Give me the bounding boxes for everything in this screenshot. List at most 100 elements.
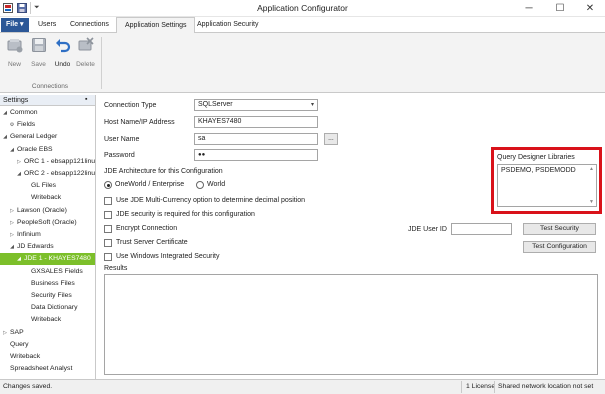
tree-item[interactable]: ◢ Common bbox=[0, 107, 95, 119]
pin-icon[interactable]: ▪ bbox=[85, 96, 87, 103]
delete-label: Delete bbox=[76, 61, 95, 68]
undo-icon bbox=[55, 37, 71, 53]
maximize-button[interactable]: ☐ bbox=[545, 0, 575, 17]
test-security-button[interactable]: Test Security bbox=[523, 223, 596, 235]
tree-item[interactable]: ▷ ORC 1 - ebsapp121linu bbox=[0, 156, 95, 168]
jde-security-label: JDE security is required for this config… bbox=[116, 211, 255, 218]
query-designer-input[interactable]: PSDEMO, PSDEMODD ▲ ▼ bbox=[497, 164, 597, 207]
tree-item-label: Infinium bbox=[17, 231, 41, 238]
tree-item[interactable]: ▷ PeopleSoft (Oracle) bbox=[0, 217, 95, 229]
tree-item-label: Query bbox=[10, 340, 29, 348]
collapse-icon[interactable]: ⚙ bbox=[9, 119, 15, 131]
browse-button[interactable]: ... bbox=[324, 133, 338, 145]
expand-icon[interactable]: ▷ bbox=[9, 217, 15, 229]
tree-item-label: ORC 2 - ebsapp122linu bbox=[24, 170, 95, 177]
query-designer-value: PSDEMO, PSDEMODD bbox=[501, 167, 576, 174]
tree-item[interactable]: ▷ Lawson (Oracle) bbox=[0, 205, 95, 217]
ribbon-panel: New Save Undo Delete Connections bbox=[0, 33, 605, 93]
scroll-down-icon[interactable]: ▼ bbox=[589, 199, 594, 205]
tab-file[interactable]: File ▾ bbox=[1, 18, 29, 32]
windows-security-label: Use Windows Integrated Security bbox=[116, 253, 220, 260]
collapse-icon[interactable]: ◢ bbox=[2, 131, 8, 143]
expand-icon[interactable]: ▷ bbox=[9, 229, 15, 241]
tree-item-label: Lawson (Oracle) bbox=[17, 206, 67, 214]
tab-users[interactable]: Users bbox=[30, 17, 64, 33]
encrypt-connection-checkbox[interactable] bbox=[104, 225, 112, 233]
settings-panel-title: Settings bbox=[3, 97, 29, 104]
tree-item-label: Oracle EBS bbox=[17, 145, 53, 153]
multi-currency-checkbox[interactable] bbox=[104, 197, 112, 205]
chevron-down-icon: ▾ bbox=[310, 102, 314, 108]
jde-security-checkbox[interactable] bbox=[104, 211, 112, 219]
tree-item-label: GL Files bbox=[31, 182, 57, 190]
tree-item-label: Writeback bbox=[10, 353, 41, 360]
tree-item[interactable]: Data Dictionary bbox=[0, 302, 95, 314]
multi-currency-label: Use JDE Multi-Currency option to determi… bbox=[116, 197, 306, 204]
tree-item-label: JD Edwards bbox=[17, 243, 54, 251]
new-button[interactable]: New bbox=[3, 37, 26, 71]
password-input[interactable]: ●● bbox=[194, 149, 318, 161]
trust-certificate-checkbox[interactable] bbox=[104, 239, 112, 247]
tree-item[interactable]: ◢ General Ledger bbox=[0, 131, 95, 143]
tree-item[interactable]: ⚙ Fields bbox=[0, 119, 95, 131]
tree-item[interactable]: Security Files bbox=[0, 290, 95, 302]
collapse-icon[interactable]: ◢ bbox=[2, 107, 8, 119]
undo-button[interactable]: Undo bbox=[51, 37, 74, 71]
minimize-button[interactable]: ─ bbox=[514, 0, 544, 17]
architecture-label: JDE Architecture for this Configuration bbox=[104, 168, 223, 175]
save-button[interactable]: Save bbox=[27, 37, 50, 71]
results-box[interactable] bbox=[104, 274, 598, 375]
tree-item[interactable]: ◢ ORC 2 - ebsapp122linu bbox=[0, 168, 95, 180]
tree-item[interactable]: Query bbox=[0, 339, 95, 351]
tree-item[interactable]: ▷ SAP bbox=[0, 327, 95, 339]
tree-item[interactable]: ◢ JDE 1 - KHAYES7480 bbox=[0, 253, 95, 266]
radio-oneworld[interactable] bbox=[104, 181, 112, 189]
status-bar: Changes saved. 1 License Shared network … bbox=[0, 379, 605, 394]
tab-application-settings[interactable]: Application Settings bbox=[116, 17, 196, 34]
radio-oneworld-label: OneWorld / Enterprise bbox=[115, 181, 185, 188]
new-label: New bbox=[7, 61, 21, 68]
tree-item[interactable]: Business Files bbox=[0, 278, 95, 290]
tree-item[interactable]: ◢ JD Edwards bbox=[0, 241, 95, 253]
jde-user-id-input[interactable] bbox=[451, 223, 512, 235]
tab-connections[interactable]: Connections bbox=[62, 17, 117, 33]
ribbon-group-divider bbox=[101, 37, 102, 89]
username-input[interactable]: sa bbox=[194, 133, 318, 145]
tree-item[interactable]: GL Files bbox=[0, 180, 95, 192]
tree-item[interactable]: GXSALES Fields bbox=[0, 266, 95, 278]
tree-item-label: Data Dictionary bbox=[31, 304, 78, 312]
radio-world[interactable] bbox=[196, 181, 204, 189]
collapse-icon[interactable]: ◢ bbox=[9, 144, 15, 156]
expand-icon[interactable]: ▷ bbox=[2, 327, 8, 339]
test-configuration-button[interactable]: Test Configuration bbox=[523, 241, 596, 253]
windows-security-checkbox[interactable] bbox=[104, 253, 112, 261]
tree-item-label: Spreadsheet Analyst bbox=[10, 365, 73, 373]
expand-icon[interactable]: ▷ bbox=[16, 156, 22, 168]
collapse-icon[interactable]: ◢ bbox=[16, 168, 22, 180]
collapse-icon[interactable]: ◢ bbox=[9, 241, 15, 253]
status-divider bbox=[494, 381, 495, 393]
expand-icon[interactable]: ▷ bbox=[9, 205, 15, 217]
tree-item[interactable]: Writeback bbox=[0, 192, 95, 204]
tab-application-security[interactable]: Application Security bbox=[189, 17, 266, 33]
encrypt-connection-label: Encrypt Connection bbox=[116, 225, 178, 232]
tree-item[interactable]: ▷ Infinium bbox=[0, 229, 95, 241]
connection-type-value: SQLServer bbox=[198, 101, 233, 108]
delete-icon bbox=[78, 37, 94, 53]
tree-item[interactable]: ◢ Oracle EBS bbox=[0, 144, 95, 156]
tree-item[interactable]: Spreadsheet Analyst bbox=[0, 363, 95, 375]
tree-item-label: SAP bbox=[10, 328, 24, 336]
collapse-icon[interactable]: ◢ bbox=[16, 253, 22, 265]
save-icon bbox=[31, 37, 47, 53]
title-bar: ⏷ Application Configurator ─ ☐ ✕ bbox=[0, 0, 605, 17]
host-input[interactable]: KHAYES7480 bbox=[194, 116, 318, 128]
tree-item[interactable]: Writeback bbox=[0, 351, 95, 363]
delete-button[interactable]: Delete bbox=[74, 37, 97, 71]
scroll-up-icon[interactable]: ▲ bbox=[589, 166, 594, 172]
trust-certificate-label: Trust Server Certificate bbox=[116, 239, 188, 246]
username-label: User Name bbox=[104, 136, 140, 143]
tree-item-label: ORC 1 - ebsapp121linu bbox=[24, 157, 95, 165]
close-button[interactable]: ✕ bbox=[575, 0, 605, 17]
tree-item[interactable]: Writeback bbox=[0, 314, 95, 326]
connection-type-select[interactable]: SQLServer ▾ bbox=[194, 99, 318, 111]
